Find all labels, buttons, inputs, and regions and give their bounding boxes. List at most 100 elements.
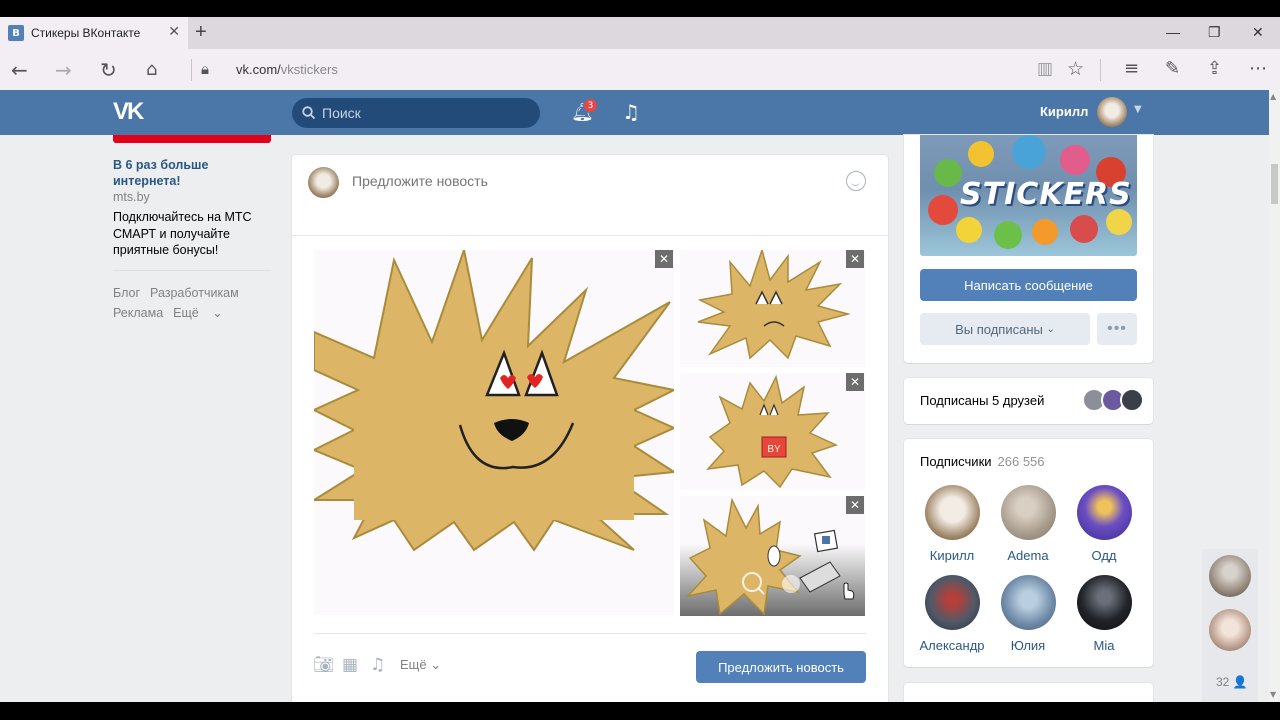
suggest-news-button[interactable]: Предложить новость xyxy=(696,651,866,683)
subscriber-item[interactable]: Mia xyxy=(1066,575,1142,653)
avatar xyxy=(1000,485,1056,540)
suggest-row xyxy=(292,155,888,235)
more-label: Ещё xyxy=(400,657,427,672)
post-text-input[interactable] xyxy=(352,173,812,189)
ad-image[interactable] xyxy=(113,135,271,143)
avatar[interactable] xyxy=(1097,97,1127,127)
subscriber-item[interactable]: Кирилл xyxy=(914,485,990,563)
subscriber-item[interactable]: Юлия xyxy=(990,575,1066,653)
divider xyxy=(314,633,866,634)
video-icon[interactable]: ▦ xyxy=(342,655,358,675)
remove-attachment-button[interactable]: ✕ xyxy=(846,373,864,391)
home-icon[interactable]: ⌂ xyxy=(146,59,157,80)
ad-text[interactable]: Подключайтесь на МТС СМАРТ и получайте п… xyxy=(113,209,273,259)
new-tab-button[interactable]: + xyxy=(195,21,207,44)
search-box[interactable] xyxy=(292,98,540,128)
sticker-ball xyxy=(994,221,1022,249)
scrollbar[interactable]: ▲ ▼ xyxy=(1269,90,1280,702)
share-icon[interactable]: ⇪ xyxy=(1207,58,1222,79)
community-card: STICKERS Написать сообщение Вы подписаны… xyxy=(904,135,1153,363)
back-arrow-icon[interactable]: ← xyxy=(11,58,28,82)
cover-title: STICKERS xyxy=(960,177,1132,212)
subscribers-label: Подписчики xyxy=(920,454,992,469)
more-actions-button[interactable]: ••• xyxy=(1097,313,1137,345)
hedgehog-sticker: BY xyxy=(706,374,839,489)
sticker-ball xyxy=(1060,145,1090,175)
url-field[interactable]: vk.com/vkstickers xyxy=(236,62,338,77)
subscribers-header[interactable]: Подписчики 266 556 xyxy=(920,454,1045,469)
reading-view-icon[interactable]: ▥ xyxy=(1037,59,1053,79)
chevron-down-icon: ⌄ xyxy=(1046,323,1055,335)
browser-tab[interactable]: В Стикеры ВКонтакте ✕ xyxy=(0,17,188,49)
sticker-ball xyxy=(1032,219,1058,245)
remove-attachment-button[interactable]: ✕ xyxy=(846,496,864,514)
scroll-down-icon[interactable]: ▼ xyxy=(1270,690,1276,699)
sticker-ball xyxy=(934,159,962,187)
remove-attachment-button[interactable]: ✕ xyxy=(655,250,673,268)
tab-title: Стикеры ВКонтакте xyxy=(31,26,141,40)
subscribed-label: Вы подписаны xyxy=(955,321,1043,337)
ad-domain[interactable]: mts.by xyxy=(113,190,273,204)
hedgehog-sticker xyxy=(697,247,851,360)
online-friends-count[interactable]: 32 👤 xyxy=(1216,675,1248,689)
send-message-button[interactable]: Написать сообщение xyxy=(920,269,1137,301)
user-name[interactable]: Кирилл xyxy=(1040,104,1088,119)
more-attachments-link[interactable]: Ещё ⌄ xyxy=(400,657,441,673)
attachment-image-main[interactable] xyxy=(310,246,678,615)
notification-badge: 3 xyxy=(583,98,598,113)
link-blog[interactable]: Блог xyxy=(113,286,140,300)
sticker-ball xyxy=(1012,135,1046,169)
friends-subscribed-text: Подписаны 5 друзей xyxy=(920,393,1045,408)
sticker-text: BY xyxy=(767,444,781,455)
divider xyxy=(292,235,888,236)
close-window-button[interactable]: ✕ xyxy=(1252,24,1264,41)
browser-tab-bar: В Стикеры ВКонтакте ✕ + — ❐ ✕ xyxy=(0,17,1280,49)
music-icon[interactable]: ♫ xyxy=(370,655,385,675)
hedgehog-sticker xyxy=(685,497,855,616)
link-more-label: Ещё xyxy=(173,305,199,320)
subscriber-item[interactable]: Александр xyxy=(914,575,990,653)
community-cover-image[interactable]: STICKERS xyxy=(920,135,1137,256)
attachment-image-1[interactable] xyxy=(680,247,865,367)
subscribed-button[interactable]: Вы подписаны ⌄ xyxy=(920,313,1090,345)
subscriber-item[interactable]: Adema xyxy=(990,485,1066,563)
ad-title[interactable]: В 6 раз больше интернета! xyxy=(113,157,273,189)
chevron-down-icon[interactable]: ▼ xyxy=(1134,104,1142,115)
scroll-up-icon[interactable]: ▲ xyxy=(1270,92,1276,101)
emoji-icon[interactable] xyxy=(846,171,866,191)
friends-card[interactable]: Подписаны 5 друзей xyxy=(904,378,1153,424)
hedgehog-sticker xyxy=(310,246,678,552)
link-ads[interactable]: Реклама xyxy=(113,306,163,320)
tab-close-icon[interactable]: ✕ xyxy=(168,24,180,40)
forward-arrow-icon[interactable]: → xyxy=(55,58,72,82)
hub-icon[interactable]: ≡ xyxy=(1124,58,1139,79)
web-note-icon[interactable]: ✎ xyxy=(1165,58,1180,79)
avatar[interactable] xyxy=(1209,555,1251,597)
vk-logo[interactable]: VK xyxy=(113,98,151,126)
chevron-down-icon: ⌄ xyxy=(212,305,223,320)
url-host: vk.com/ xyxy=(236,62,281,77)
link-more[interactable]: Ещё ⌄ xyxy=(173,306,233,320)
chevron-down-icon: ⌄ xyxy=(430,657,442,672)
music-icon[interactable]: ♫ xyxy=(622,100,640,124)
sticker-ball xyxy=(956,217,982,243)
attachment-image-2[interactable]: BY xyxy=(680,373,865,490)
minimize-button[interactable]: — xyxy=(1166,24,1180,40)
subscriber-name: Юлия xyxy=(1010,638,1046,653)
restore-button[interactable]: ❐ xyxy=(1208,24,1221,41)
avatar[interactable] xyxy=(1209,609,1251,651)
attachment-image-3[interactable] xyxy=(680,496,865,616)
camera-icon[interactable]: 📷︎ xyxy=(313,655,335,675)
link-developers[interactable]: Разработчикам xyxy=(150,286,239,300)
subscriber-item[interactable]: Одд xyxy=(1066,485,1142,563)
more-menu-icon[interactable]: ⋯ xyxy=(1249,58,1267,79)
refresh-icon[interactable]: ↻ xyxy=(100,58,117,82)
search-input[interactable] xyxy=(322,105,522,121)
avatar xyxy=(924,485,980,540)
remove-attachment-button[interactable]: ✕ xyxy=(846,250,864,268)
scrollbar-thumb[interactable] xyxy=(1271,164,1278,204)
favorite-star-icon[interactable]: ☆ xyxy=(1067,58,1084,80)
subscriber-name: Adema xyxy=(1007,548,1049,563)
subscribers-count: 266 556 xyxy=(997,454,1045,469)
sticker-ball xyxy=(928,195,958,225)
